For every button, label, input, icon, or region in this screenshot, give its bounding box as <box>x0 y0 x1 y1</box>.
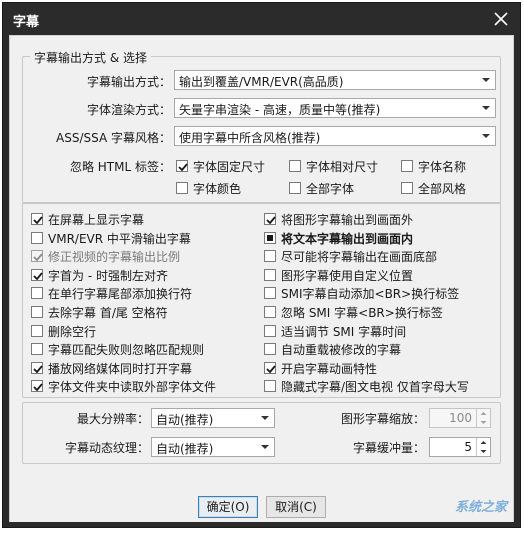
checkbox-box[interactable] <box>264 231 276 244</box>
checkbox-label: 字体固定尺寸 <box>193 160 266 174</box>
checkbox-box[interactable] <box>264 343 276 356</box>
cancel-button[interactable]: 取消(C) <box>266 496 326 518</box>
close-icon <box>494 12 508 26</box>
checkbox-label: 开启字幕动画特性 <box>281 361 378 376</box>
checkbox-label: 字幕匹配失败则忽略匹配规则 <box>48 343 205 358</box>
checkbox-label: 将文本字幕输出到画面内 <box>281 231 414 246</box>
checkbox-label: 去除字幕 首/尾 空格符 <box>48 306 168 320</box>
checkbox-box[interactable] <box>31 343 43 356</box>
buffer-stepper[interactable]: 5 <box>429 437 491 457</box>
html-tags-label: 忽略 HTML 标签： <box>69 160 171 174</box>
dialog-title: 字幕 <box>13 15 40 30</box>
checkbox-label: VMR/EVR 中平滑输出字幕 <box>48 231 191 246</box>
title-bar[interactable]: 字幕 <box>3 3 520 35</box>
font-render-value: 矢量字串渲染 - 高速，质量中等(推荐) <box>179 103 381 117</box>
ass-style-select[interactable]: 使用字幕中所含风格(推荐) <box>174 126 496 146</box>
options-groupbox: 在屏幕上显示字幕 VMR/EVR 中平滑输出字幕 修正视频的字幕输出比例 字首为 - … <box>22 202 501 398</box>
render-groupbox: 最大分辨率： 自动(推荐) 字幕动态纹理： 自动(推荐) 图形字幕缩放： 100… <box>22 402 501 464</box>
checkbox-box[interactable] <box>31 306 43 318</box>
checkbox-label: 删除空行 <box>48 324 97 339</box>
checkbox-box[interactable] <box>289 182 301 194</box>
spin-down-icon[interactable] <box>477 447 490 456</box>
checkbox-box[interactable] <box>401 160 413 172</box>
button-bar: 确定(O) 取消(C) <box>10 492 513 522</box>
checkbox-label: 在屏幕上显示字幕 <box>48 213 145 227</box>
checkbox-label: 播放网络媒体同时打开字幕 <box>48 361 193 376</box>
checkbox-box[interactable] <box>401 182 413 194</box>
checkbox-label: SMI字幕自动添加<BR>换行标签 <box>281 287 460 302</box>
spin-down-icon[interactable] <box>477 418 490 427</box>
chevron-down-icon <box>478 128 494 144</box>
checkbox-box[interactable] <box>176 160 188 172</box>
checkbox-label: 隐藏式字幕/图文电视 仅首字母大写 <box>281 380 469 395</box>
dynamic-texture-value: 自动(推荐) <box>156 442 214 456</box>
spin-up-icon[interactable] <box>477 438 490 447</box>
checkbox-box[interactable] <box>31 324 43 337</box>
chevron-down-icon <box>478 100 494 116</box>
max-resolution-value: 自动(推荐) <box>156 413 214 427</box>
checkbox-label: 全部字体 <box>306 182 355 196</box>
output-mode-select[interactable]: 输出到覆盖/VMR/EVR(高品质) <box>174 70 496 90</box>
checkbox-box[interactable] <box>264 306 276 318</box>
ass-style-value: 使用字幕中所含风格(推荐) <box>179 131 321 145</box>
buffer-label: 字幕缓冲量： <box>352 441 425 455</box>
checkbox-box[interactable] <box>264 250 276 263</box>
watermark-logo: 系统之家 <box>454 500 507 515</box>
spin-up-icon[interactable] <box>477 409 490 418</box>
checkbox-label: 修正视频的字幕输出比例 <box>48 250 181 265</box>
checkbox-label: 在单行字幕尾部添加换行符 <box>48 287 193 302</box>
max-resolution-select[interactable]: 自动(推荐) <box>151 408 275 428</box>
chevron-down-icon <box>257 410 273 426</box>
checkbox-label: 字体相对尺寸 <box>306 160 379 174</box>
checkbox-box[interactable] <box>31 231 43 244</box>
max-resolution-label: 最大分辨率： <box>76 412 149 426</box>
checkbox-label: 适当调节 SMI 字幕时间 <box>281 324 407 339</box>
close-button[interactable] <box>490 8 512 30</box>
image-scale-stepper[interactable]: 100 <box>429 408 491 428</box>
output-groupbox: 字幕输出方式 & 选择 字幕输出方式： 输出到覆盖/VMR/EVR(高品质) 字… <box>22 49 501 204</box>
checkbox-box[interactable] <box>289 160 301 172</box>
checkbox-box[interactable] <box>31 250 43 263</box>
output-group-title: 字幕输出方式 & 选择 <box>30 49 151 66</box>
checkbox-box[interactable] <box>264 324 276 337</box>
checkbox-box[interactable] <box>264 213 276 225</box>
ass-style-label: ASS/SSA 字幕风格： <box>56 131 171 145</box>
checkbox-box[interactable] <box>176 182 188 194</box>
checkbox-label: 字体名称 <box>418 160 467 174</box>
dialog-body: 字幕输出方式 & 选择 字幕输出方式： 输出到覆盖/VMR/EVR(高品质) 字… <box>9 35 514 522</box>
buffer-value: 5 <box>464 440 472 454</box>
checkbox-label: 忽略 SMI 字幕<BR>换行标签 <box>281 306 443 320</box>
checkbox-box[interactable] <box>31 380 43 393</box>
dynamic-texture-select[interactable]: 自动(推荐) <box>151 437 275 457</box>
checkbox-label: 将图形字幕输出到画面外 <box>281 213 414 227</box>
checkbox-box[interactable] <box>264 380 276 393</box>
stepper-buttons <box>476 409 490 427</box>
chevron-down-icon <box>478 72 494 88</box>
checkbox-label: 尽可能将字幕输出在画面底部 <box>281 250 438 265</box>
checkbox-label: 字首为 - 时强制左对齐 <box>48 268 168 283</box>
ok-button[interactable]: 确定(O) <box>198 496 258 518</box>
dynamic-texture-label: 字幕动态纹理： <box>64 441 149 455</box>
output-mode-value: 输出到覆盖/VMR/EVR(高品质) <box>179 75 344 89</box>
checkbox-box[interactable] <box>264 361 276 374</box>
image-scale-label: 图形字幕缩放： <box>340 412 425 426</box>
font-render-label: 字体渲染方式： <box>86 103 171 117</box>
checkbox-box[interactable] <box>264 268 276 281</box>
checkbox-label: 自动重载被修改的字幕 <box>281 343 402 358</box>
checkbox-box[interactable] <box>31 287 43 300</box>
font-render-select[interactable]: 矢量字串渲染 - 高速，质量中等(推荐) <box>174 98 496 118</box>
chevron-down-icon <box>257 439 273 455</box>
output-mode-label: 字幕输出方式： <box>86 75 171 89</box>
checkbox-box[interactable] <box>31 361 43 374</box>
checkbox-box[interactable] <box>31 213 43 225</box>
image-scale-value: 100 <box>449 411 472 425</box>
checkbox-box[interactable] <box>31 268 43 281</box>
checkbox-box[interactable] <box>264 287 276 300</box>
stepper-buttons <box>476 438 490 456</box>
checkbox-label: 字体文件夹中读取外部字体文件 <box>48 380 217 395</box>
subtitle-dialog: 字幕 字幕输出方式 & 选择 字幕输出方式： 输出到覆盖/VMR/EVR(高品质… <box>2 2 521 528</box>
checkbox-label: 图形字幕使用自定义位置 <box>281 268 414 283</box>
checkbox-label: 全部风格 <box>418 182 467 196</box>
checkbox-label: 字体颜色 <box>193 182 242 196</box>
